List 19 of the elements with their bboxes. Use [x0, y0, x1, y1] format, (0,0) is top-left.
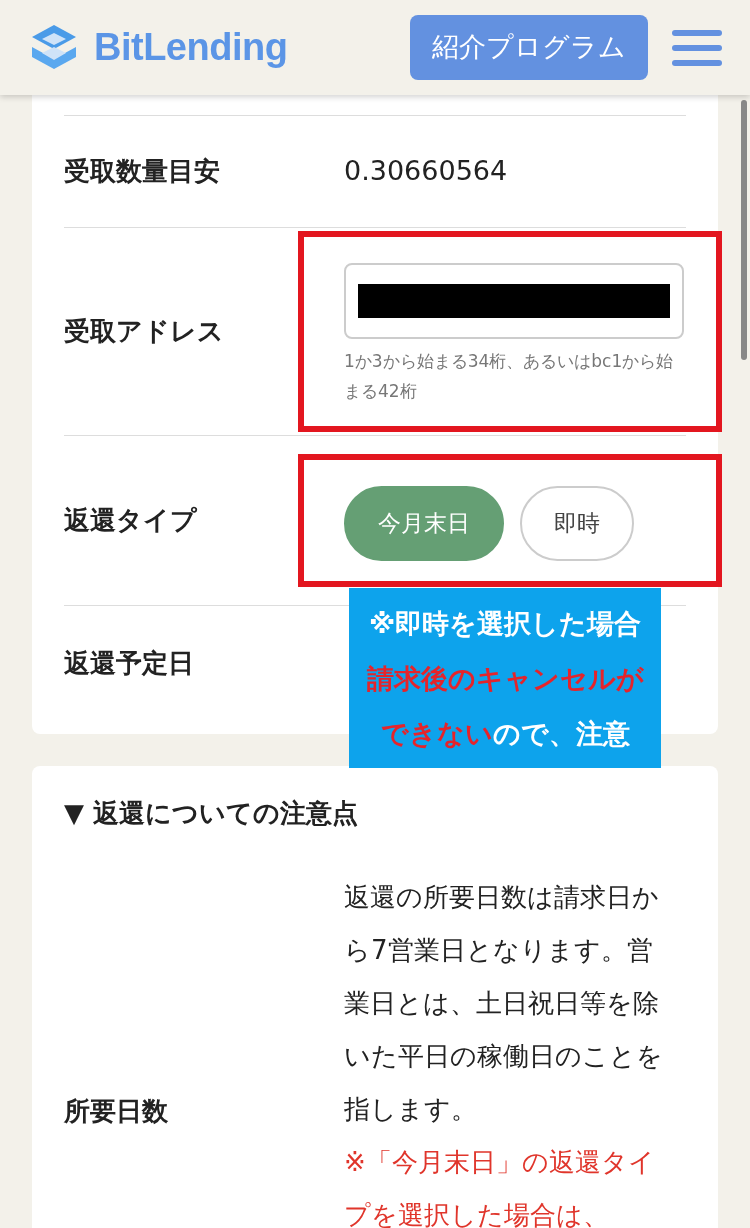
field-label: 受取アドレス — [64, 315, 225, 348]
callout-text: できないので、注意 — [379, 717, 631, 751]
section-heading: ▼ 返還についての注意点 — [64, 797, 360, 830]
note-text: 返還の所要日数は請求日から7営業日となります。営業日とは、土日祝日等を除いた平日の稼働日のことを指します。 — [344, 881, 664, 1126]
note-label: 所要日数 — [64, 1095, 169, 1128]
field-label: 返還タイプ — [64, 504, 198, 537]
field-hint: 1か3から始まる34桁、あるいはbc1から始まる42桁 — [344, 349, 675, 403]
callout-text: ※即時を選択した場合 — [367, 607, 643, 641]
referral-button[interactable]: 紹介プログラム — [410, 15, 648, 80]
note-warning: ※「今月末日」の返還タイプを選択した場合は、 — [344, 1146, 656, 1228]
field-label: 返還予定日 — [64, 646, 195, 680]
return-type-option[interactable]: 今月末日 — [344, 486, 504, 561]
logo-text: BitLending — [94, 25, 288, 70]
address-field[interactable] — [344, 262, 684, 339]
menu-icon[interactable] — [672, 28, 722, 67]
field-label: 受取数量目安 — [64, 155, 221, 188]
callout-text: 請求後のキャンセルが — [365, 662, 645, 696]
return-type-option[interactable]: 即時 — [520, 486, 634, 561]
field-value: 0.30660564 — [344, 154, 509, 189]
